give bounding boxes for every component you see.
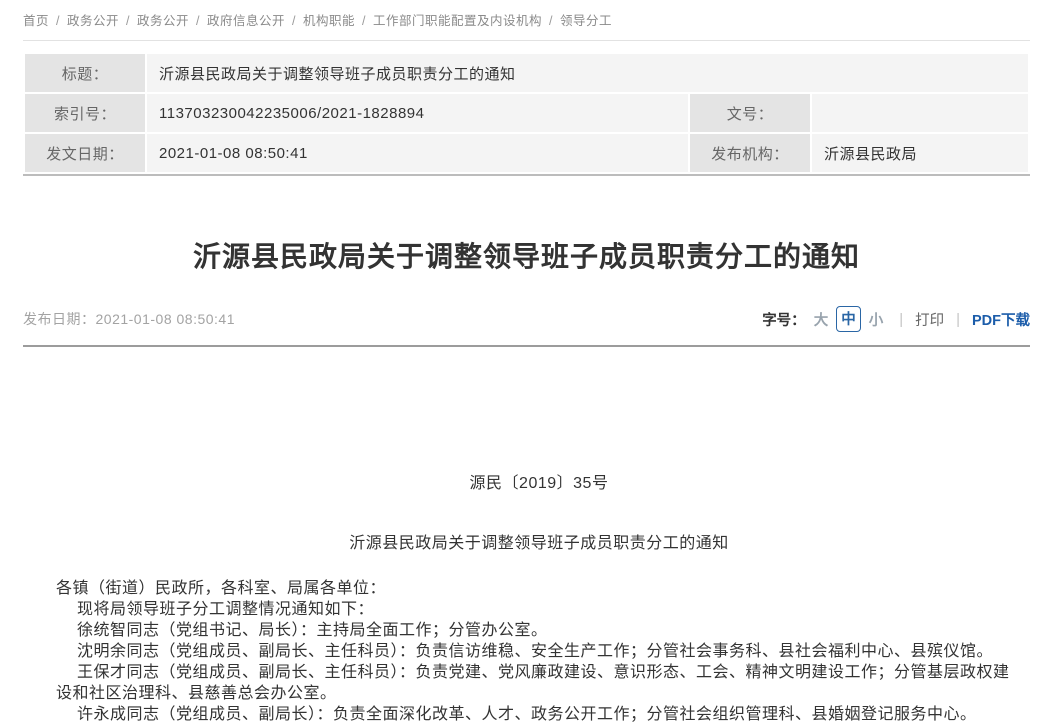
- toolbar-divider: |: [956, 311, 960, 328]
- page-container: 首页 / 政务公开 / 政务公开 / 政府信息公开 / 机构职能 / 工作部门职能配置及内设机构 / 领…: [23, 0, 1030, 723]
- paragraph-wang-baocai: 王保才同志（党组成员、副局长、主任科员）：负责党建、党风廉政建设、意识形态、工会…: [56, 662, 1022, 704]
- document-reference-number: 源民〔2019〕35号: [56, 473, 1022, 494]
- breadcrumb-separator: /: [549, 14, 553, 28]
- breadcrumb-item-zhengwu-gongkai-2[interactable]: 政务公开: [137, 14, 189, 28]
- font-size-small-button[interactable]: 小: [869, 309, 884, 330]
- breadcrumb-item-dept-config[interactable]: 工作部门职能配置及内设机构: [373, 14, 542, 28]
- index-number-label: 索引号：: [25, 94, 145, 132]
- meta-row-title: 标题： 沂源县民政局关于调整领导班子成员职责分工的通知: [25, 54, 1028, 92]
- paragraph-shen-mingyu: 沈明余同志（党组成员、副局长、主任科员）：负责信访维稳、安全生产工作；分管社会事…: [56, 641, 1022, 662]
- publish-date: 发布日期：2021-01-08 08:50:41: [23, 309, 235, 329]
- meta-row-date: 发文日期： 2021-01-08 08:50:41 发布机构： 沂源县民政局: [25, 134, 1028, 172]
- doc-number-label: 文号：: [690, 94, 810, 132]
- document-inline-title: 沂源县民政局关于调整领导班子成员职责分工的通知: [56, 533, 1022, 554]
- doc-number-value: [812, 94, 1028, 132]
- document-paragraphs: 各镇（街道）民政所，各科室、局属各单位： 现将局领导班子分工调整情况通知如下： …: [56, 578, 1022, 723]
- issue-date-value: 2021-01-08 08:50:41: [147, 134, 688, 172]
- font-size-large-button[interactable]: 大: [814, 309, 829, 330]
- breadcrumb-separator: /: [196, 14, 200, 28]
- paragraph-intro: 现将局领导班子分工调整情况通知如下：: [56, 599, 1022, 620]
- breadcrumb-separator: /: [292, 14, 296, 28]
- breadcrumb-separator: /: [362, 14, 366, 28]
- agency-value: 沂源县民政局: [812, 134, 1028, 172]
- article-toolbar: 字号： 大 中 小 | 打印 | PDF下载: [762, 306, 1030, 332]
- breadcrumb-item-current: 领导分工: [560, 14, 612, 28]
- breadcrumb-separator: /: [56, 14, 60, 28]
- toolbar-divider: |: [899, 311, 903, 328]
- font-size-label: 字号：: [762, 309, 806, 330]
- index-number-value: 113703230042235006/2021-1828894: [147, 94, 688, 132]
- pdf-download-button[interactable]: PDF下载: [972, 309, 1030, 330]
- agency-label: 发布机构：: [690, 134, 810, 172]
- paragraph-salutation: 各镇（街道）民政所，各科室、局属各单位：: [56, 578, 1022, 599]
- breadcrumb-item-home[interactable]: 首页: [23, 14, 49, 28]
- document-meta-table: 标题： 沂源县民政局关于调整领导班子成员职责分工的通知 索引号： 1137032…: [23, 52, 1030, 176]
- print-button[interactable]: 打印: [915, 309, 944, 330]
- breadcrumb-separator: /: [126, 14, 130, 28]
- breadcrumb-item-zhengwu-gongkai-1[interactable]: 政务公开: [67, 14, 119, 28]
- breadcrumb: 首页 / 政务公开 / 政务公开 / 政府信息公开 / 机构职能 / 工作部门职能配置及内设机构 / 领…: [23, 0, 1030, 41]
- document-body: 源民〔2019〕35号 沂源县民政局关于调整领导班子成员职责分工的通知 各镇（街…: [23, 347, 1022, 723]
- paragraph-xu-tongzhi: 徐统智同志（党组书记、局长）：主持局全面工作；分管办公室。: [56, 620, 1022, 641]
- meta-row-index: 索引号： 113703230042235006/2021-1828894 文号：: [25, 94, 1028, 132]
- article-meta-row: 发布日期：2021-01-08 08:50:41 字号： 大 中 小 | 打印 …: [23, 304, 1030, 334]
- publish-date-label: 发布日期：: [23, 311, 96, 327]
- title-label: 标题：: [25, 54, 145, 92]
- breadcrumb-item-gov-info[interactable]: 政府信息公开: [207, 14, 285, 28]
- title-value: 沂源县民政局关于调整领导班子成员职责分工的通知: [147, 54, 1028, 92]
- paragraph-xu-yongcheng: 许永成同志（党组成员、副局长）：负责全面深化改革、人才、政务公开工作；分管社会组…: [56, 704, 1022, 723]
- font-size-medium-button[interactable]: 中: [836, 306, 861, 332]
- issue-date-label: 发文日期：: [25, 134, 145, 172]
- breadcrumb-item-functions[interactable]: 机构职能: [303, 14, 355, 28]
- publish-date-value: 2021-01-08 08:50:41: [96, 311, 236, 327]
- page-title: 沂源县民政局关于调整领导班子成员职责分工的通知: [23, 240, 1030, 274]
